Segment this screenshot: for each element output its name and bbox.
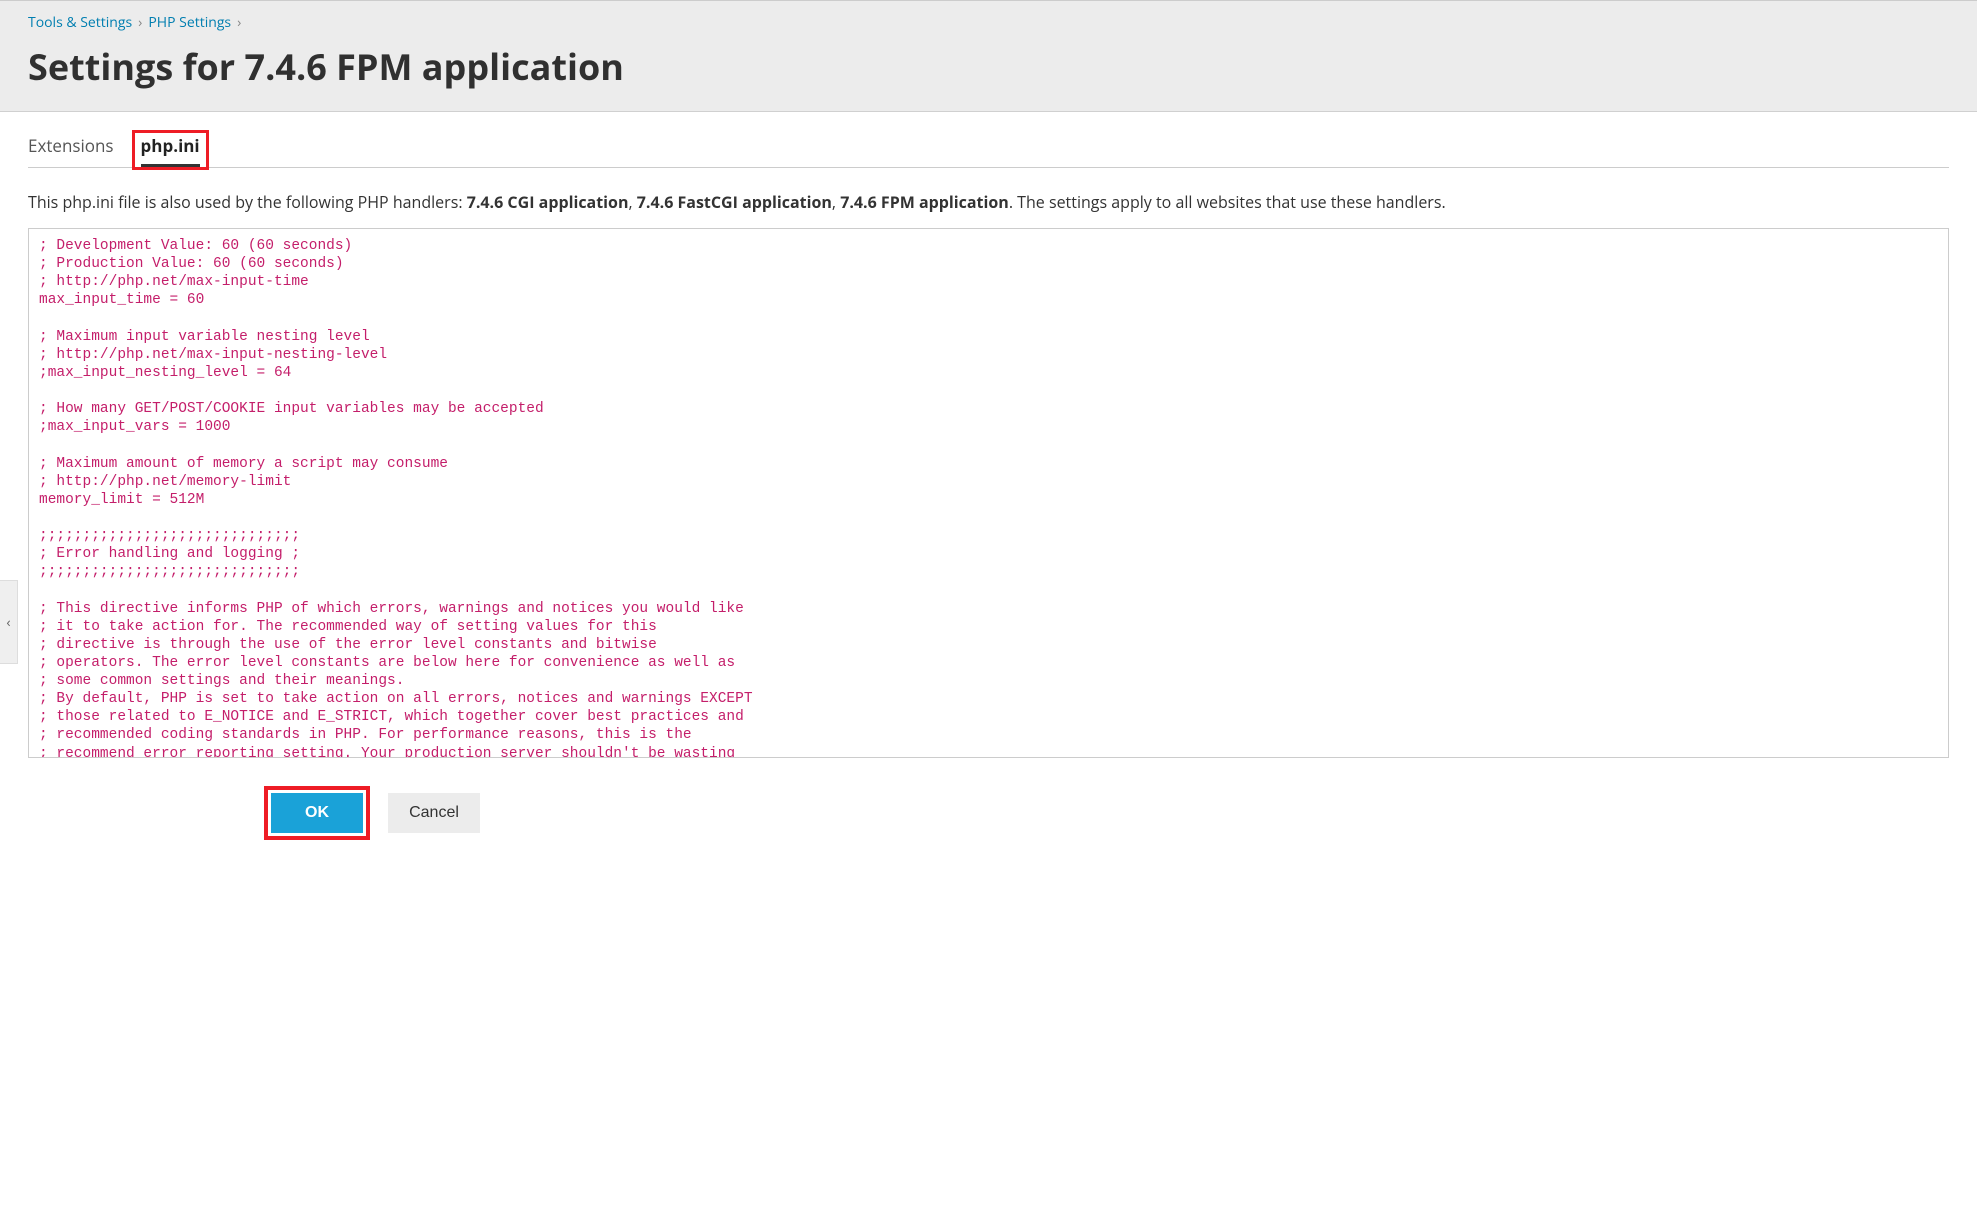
handler-cgi: 7.4.6 CGI application [467,191,629,213]
handler-fastcgi: 7.4.6 FastCGI application [637,191,832,213]
breadcrumb-tools-settings[interactable]: Tools & Settings [28,13,132,32]
cancel-button[interactable]: Cancel [388,793,480,833]
highlight-box-ok: OK [264,786,370,840]
handler-fpm: 7.4.6 FPM application [840,191,1009,213]
tab-phpini[interactable]: php.ini [141,134,200,167]
page-title: Settings for 7.4.6 FPM application [28,42,1949,91]
sidebar-toggle[interactable]: ‹ [0,580,18,664]
info-prefix: This php.ini file is also used by the fo… [28,191,467,213]
chevron-left-icon: ‹ [6,613,10,632]
chevron-right-icon: › [237,13,241,32]
phpini-editor[interactable]: ; Development Value: 60 (60 seconds) ; P… [28,228,1949,758]
breadcrumb: Tools & Settings › PHP Settings › [28,13,1949,32]
tab-extensions[interactable]: Extensions [28,134,114,167]
content-area: Extensions php.ini This php.ini file is … [0,112,1977,860]
button-row: OK Cancel [264,786,1949,840]
highlight-box: php.ini [132,130,209,170]
chevron-right-icon: › [138,13,142,32]
tabs: Extensions php.ini [28,112,1949,168]
ok-button[interactable]: OK [271,793,363,833]
breadcrumb-php-settings[interactable]: PHP Settings [148,13,231,32]
info-suffix: . The settings apply to all websites tha… [1009,191,1446,213]
info-text: This php.ini file is also used by the fo… [28,190,1949,214]
page-header: Tools & Settings › PHP Settings › Settin… [0,0,1977,112]
